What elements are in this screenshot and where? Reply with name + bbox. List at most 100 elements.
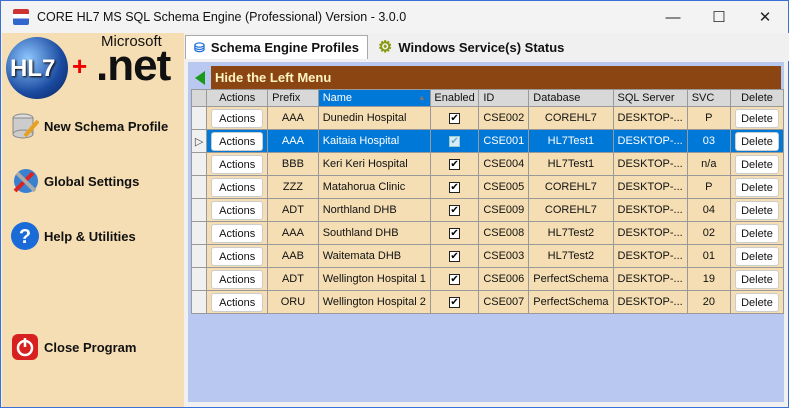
enabled-cell: ✔ xyxy=(429,221,480,245)
column-header-database[interactable]: Database xyxy=(528,89,614,107)
actions-button[interactable]: Actions xyxy=(211,131,264,151)
delete-button[interactable]: Delete xyxy=(734,108,779,128)
actions-button[interactable]: Actions xyxy=(211,177,264,197)
enabled-cell: ✔ xyxy=(429,152,480,176)
enabled-checkbox[interactable]: ✔ xyxy=(449,159,461,170)
power-icon xyxy=(10,332,40,362)
close-button[interactable]: ✕ xyxy=(742,1,788,33)
row-selector[interactable] xyxy=(190,290,208,314)
row-selector[interactable] xyxy=(190,221,208,245)
column-header-svc[interactable]: SVC xyxy=(686,89,731,107)
column-header-sql-server[interactable]: SQL Server xyxy=(612,89,688,107)
hide-left-menu-bar[interactable]: Hide the Left Menu xyxy=(188,66,781,89)
window-title: CORE HL7 MS SQL Schema Engine (Professio… xyxy=(37,10,407,24)
enabled-checkbox[interactable]: ✔ xyxy=(449,182,461,193)
tab-schema-engine-profiles[interactable]: ⛁ Schema Engine Profiles xyxy=(185,35,369,59)
svc-cell: P xyxy=(686,106,731,130)
hl7-dotnet-logo: HL7 + Microsoft .net xyxy=(6,33,184,99)
sql-server-cell: DESKTOP-... xyxy=(612,244,688,268)
row-selector[interactable] xyxy=(190,244,208,268)
actions-button[interactable]: Actions xyxy=(211,108,264,128)
enabled-checkbox[interactable]: ✔ xyxy=(449,297,461,308)
delete-button[interactable]: Delete xyxy=(734,177,779,197)
row-selector[interactable]: ▷ xyxy=(190,129,208,153)
enabled-checkbox[interactable]: ✔ xyxy=(449,136,461,147)
actions-button[interactable]: Actions xyxy=(211,223,264,243)
actions-button[interactable]: Actions xyxy=(211,200,264,220)
sql-server-cell: DESKTOP-... xyxy=(612,106,688,130)
sidebar-item-help-utilities[interactable]: ? Help & Utilities xyxy=(10,221,136,251)
table-row[interactable]: Actions ORU Wellington Hospital 2 ✔ CSE007 Pe… xyxy=(190,290,785,314)
arrow-left-icon[interactable] xyxy=(188,66,211,89)
sql-server-cell: DESKTOP-... xyxy=(612,175,688,199)
svc-cell: P xyxy=(686,175,731,199)
table-row[interactable]: Actions ADT Wellington Hospital 1 ✔ CSE006 Pe… xyxy=(190,267,785,291)
row-selector[interactable] xyxy=(190,175,208,199)
row-selector[interactable] xyxy=(190,152,208,176)
prefix-cell: AAA xyxy=(267,221,319,245)
table-row[interactable]: Actions BBB Keri Keri Hospital ✔ CSE004 HL7Te… xyxy=(190,152,785,176)
enabled-checkbox[interactable]: ✔ xyxy=(449,251,461,262)
enabled-checkbox[interactable]: ✔ xyxy=(449,274,461,285)
delete-button[interactable]: Delete xyxy=(734,269,779,289)
column-header-enabled[interactable]: Enabled xyxy=(429,89,480,107)
svc-cell: 04 xyxy=(686,198,731,222)
enabled-checkbox[interactable]: ✔ xyxy=(449,228,461,239)
actions-button[interactable]: Actions xyxy=(211,292,264,312)
column-header-delete[interactable]: Delete xyxy=(729,89,785,107)
enabled-cell: ✔ xyxy=(429,106,480,130)
table-row[interactable]: Actions AAA Southland DHB ✔ CSE008 HL7Test2 DE… xyxy=(190,221,785,245)
database-cell: COREHL7 xyxy=(528,106,614,130)
delete-cell: Delete xyxy=(729,198,785,222)
current-row-icon: ▷ xyxy=(194,135,204,148)
row-selector[interactable] xyxy=(190,106,208,130)
delete-button[interactable]: Delete xyxy=(734,154,779,174)
row-selector[interactable] xyxy=(190,198,208,222)
sidebar-item-global-settings[interactable]: Global Settings xyxy=(10,166,139,196)
actions-cell: Actions xyxy=(206,106,269,130)
app-window: CORE HL7 MS SQL Schema Engine (Professio… xyxy=(0,0,789,408)
delete-button[interactable]: Delete xyxy=(734,246,779,266)
table-row[interactable]: ▷ Actions AAA Kaitaia Hospital ✔ CSE001 HL7Tes… xyxy=(190,129,785,153)
enabled-cell: ✔ xyxy=(429,198,480,222)
database-cell: HL7Test1 xyxy=(528,152,614,176)
actions-cell: Actions xyxy=(206,152,269,176)
svc-cell: 01 xyxy=(686,244,731,268)
table-row[interactable]: Actions AAB Waitemata DHB ✔ CSE003 HL7Test2 DE… xyxy=(190,244,785,268)
delete-button[interactable]: Delete xyxy=(734,200,779,220)
delete-button[interactable]: Delete xyxy=(734,131,779,151)
tab-bar: ⛁ Schema Engine Profiles ⚙ Windows Servi… xyxy=(185,33,789,61)
column-header-actions[interactable]: Actions xyxy=(206,89,269,107)
name-cell: Keri Keri Hospital xyxy=(317,152,431,176)
row-selector[interactable] xyxy=(190,267,208,291)
gear-icon: ⚙ xyxy=(378,39,393,56)
sidebar-item-new-schema-profile[interactable]: New Schema Profile xyxy=(10,111,168,141)
svc-cell: 02 xyxy=(686,221,731,245)
delete-button[interactable]: Delete xyxy=(734,292,779,312)
column-header-name[interactable]: Name ▲ xyxy=(317,89,431,107)
database-cell: HL7Test2 xyxy=(528,244,614,268)
maximize-button[interactable]: ☐ xyxy=(696,1,742,33)
prefix-cell: AAA xyxy=(267,106,319,130)
tab-windows-service-status[interactable]: ⚙ Windows Service(s) Status xyxy=(370,35,572,59)
id-cell: CSE001 xyxy=(478,129,530,153)
table-row[interactable]: Actions ADT Northland DHB ✔ CSE009 COREHL7 DES… xyxy=(190,198,785,222)
enabled-checkbox[interactable]: ✔ xyxy=(449,113,461,124)
actions-button[interactable]: Actions xyxy=(211,154,264,174)
svc-cell: 03 xyxy=(686,129,731,153)
enabled-cell: ✔ xyxy=(429,290,480,314)
enabled-checkbox[interactable]: ✔ xyxy=(449,205,461,216)
name-cell: Dunedin Hospital xyxy=(317,106,431,130)
hide-left-menu-label[interactable]: Hide the Left Menu xyxy=(211,66,781,89)
sql-server-cell: DESKTOP-... xyxy=(612,198,688,222)
table-row[interactable]: Actions ZZZ Matahorua Clinic ✔ CSE005 COREHL7… xyxy=(190,175,785,199)
actions-button[interactable]: Actions xyxy=(211,246,264,266)
delete-button[interactable]: Delete xyxy=(734,223,779,243)
actions-button[interactable]: Actions xyxy=(211,269,264,289)
sidebar-item-close-program[interactable]: Close Program xyxy=(10,332,136,362)
column-header-prefix[interactable]: Prefix xyxy=(267,89,319,107)
table-row[interactable]: Actions AAA Dunedin Hospital ✔ CSE002 COREHL7… xyxy=(190,106,785,130)
column-header-id[interactable]: ID xyxy=(478,89,530,107)
minimize-button[interactable]: — xyxy=(650,1,696,33)
database-cell: HL7Test1 xyxy=(528,129,614,153)
